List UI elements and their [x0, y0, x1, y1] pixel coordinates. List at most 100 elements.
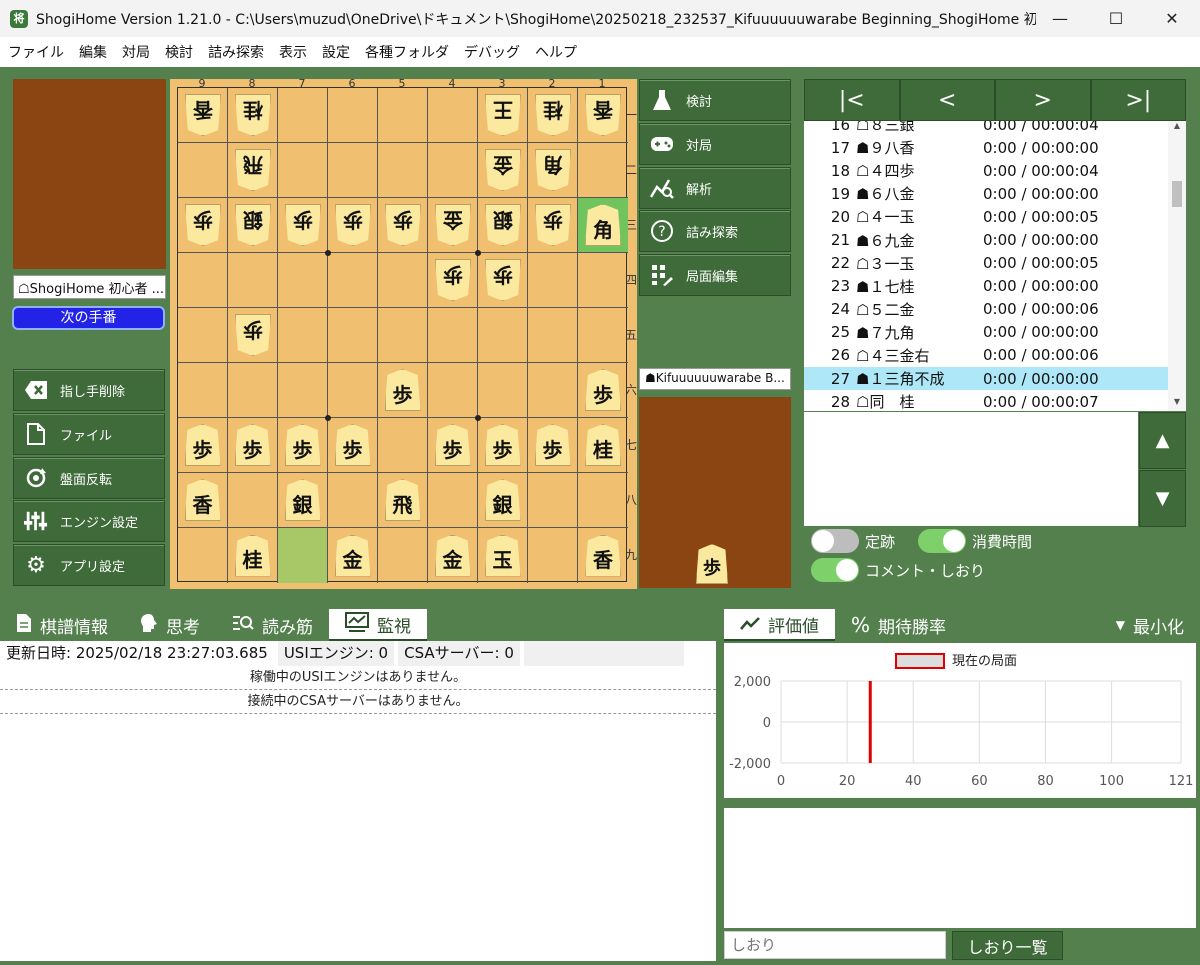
- board-square[interactable]: 香: [178, 88, 228, 143]
- board-square[interactable]: 歩: [328, 418, 378, 473]
- menu-view[interactable]: 表示: [279, 42, 307, 62]
- gote-piece[interactable]: 香: [185, 94, 221, 136]
- sente-piece[interactable]: 角: [585, 204, 621, 246]
- menu-mate-search[interactable]: 詰み探索: [208, 42, 264, 62]
- sente-piece[interactable]: 香: [184, 479, 221, 521]
- nav-prev-button[interactable]: <: [899, 79, 995, 121]
- elapsed-time-toggle[interactable]: 消費時間: [918, 529, 1032, 553]
- board-square[interactable]: 歩: [278, 198, 328, 253]
- board-square[interactable]: [228, 363, 278, 418]
- board-square[interactable]: [178, 363, 228, 418]
- board-square[interactable]: 桂: [528, 88, 578, 143]
- board-square[interactable]: 香: [578, 528, 628, 583]
- sente-piece[interactable]: 歩: [184, 424, 221, 466]
- tab-evaluation[interactable]: 評価値: [724, 609, 835, 641]
- toggle-switch[interactable]: [918, 529, 966, 553]
- move-row[interactable]: 22 ☖３一玉 0:00 / 00:00:05: [804, 252, 1186, 275]
- branch-up-button[interactable]: ▲: [1139, 412, 1186, 469]
- sente-piece[interactable]: 歩: [384, 369, 421, 411]
- sente-piece[interactable]: 銀: [484, 479, 521, 521]
- gote-piece[interactable]: 桂: [535, 94, 571, 136]
- tab-pv[interactable]: 読み筋: [216, 609, 329, 641]
- board-square[interactable]: 歩: [528, 198, 578, 253]
- gote-piece[interactable]: 王: [485, 94, 521, 136]
- bookmark-comment-box[interactable]: [724, 808, 1196, 928]
- mate-search-button[interactable]: ? 詰み探索: [639, 210, 791, 252]
- board-square[interactable]: 銀: [228, 198, 278, 253]
- gote-piece[interactable]: 歩: [435, 259, 471, 301]
- board-square[interactable]: 桂: [578, 418, 628, 473]
- board-square[interactable]: 歩: [328, 198, 378, 253]
- board-square[interactable]: 歩: [478, 253, 528, 308]
- board-square[interactable]: [378, 308, 428, 363]
- tab-monitor[interactable]: 監視: [329, 609, 427, 641]
- board-square[interactable]: [528, 473, 578, 528]
- comment-bookmark-toggle[interactable]: コメント・しおり: [811, 558, 985, 582]
- board-square[interactable]: [578, 308, 628, 363]
- scroll-down-icon[interactable]: ▼: [1168, 397, 1186, 411]
- board-square[interactable]: 飛: [228, 143, 278, 198]
- board-square[interactable]: [178, 253, 228, 308]
- gote-piece[interactable]: 歩: [285, 204, 321, 246]
- board-square[interactable]: 銀: [278, 473, 328, 528]
- move-comment-box[interactable]: [804, 412, 1138, 526]
- app-settings-button[interactable]: ⚙ アプリ設定: [13, 544, 165, 586]
- board-square[interactable]: 角: [528, 143, 578, 198]
- sente-piece[interactable]: 歩: [534, 424, 571, 466]
- menu-debug[interactable]: デバッグ: [464, 42, 520, 62]
- menu-folders[interactable]: 各種フォルダ: [365, 42, 449, 62]
- move-row[interactable]: 28 ☖同 桂 0:00 / 00:00:07: [804, 390, 1186, 411]
- tab-thinking[interactable]: 思考: [124, 609, 216, 641]
- board-square[interactable]: [578, 143, 628, 198]
- move-row[interactable]: 27 ☗１三角不成 0:00 / 00:00:00: [804, 367, 1186, 391]
- board-square[interactable]: [328, 253, 378, 308]
- menu-settings[interactable]: 設定: [322, 42, 350, 62]
- board-square[interactable]: 歩: [178, 198, 228, 253]
- board-square[interactable]: [378, 253, 428, 308]
- gote-piece[interactable]: 桂: [235, 94, 271, 136]
- engine-settings-button[interactable]: エンジン設定: [13, 500, 165, 542]
- scroll-thumb[interactable]: [1172, 181, 1182, 207]
- gote-piece[interactable]: 歩: [335, 204, 371, 246]
- move-row[interactable]: 19 ☗６八金 0:00 / 00:00:00: [804, 182, 1186, 205]
- sente-piece[interactable]: 歩: [334, 424, 371, 466]
- board-square[interactable]: 歩: [528, 418, 578, 473]
- board-square[interactable]: [278, 253, 328, 308]
- board-square[interactable]: [528, 363, 578, 418]
- board-square[interactable]: [228, 473, 278, 528]
- board-square[interactable]: [378, 88, 428, 143]
- board-square[interactable]: [528, 253, 578, 308]
- gote-piece[interactable]: 金: [485, 149, 521, 191]
- board-square[interactable]: 歩: [578, 363, 628, 418]
- gote-piece[interactable]: 銀: [235, 204, 271, 246]
- sente-piece[interactable]: 歩: [234, 424, 271, 466]
- sente-piece[interactable]: 歩: [434, 424, 471, 466]
- board-square[interactable]: 歩: [228, 308, 278, 363]
- gote-piece[interactable]: 香: [585, 94, 621, 136]
- gote-piece[interactable]: 飛: [235, 149, 271, 191]
- gote-piece[interactable]: 銀: [485, 204, 521, 246]
- board-square[interactable]: 香: [178, 473, 228, 528]
- board-square[interactable]: [478, 308, 528, 363]
- board-square[interactable]: 香: [578, 88, 628, 143]
- menu-game[interactable]: 対局: [122, 42, 150, 62]
- board-square[interactable]: [428, 308, 478, 363]
- board-square[interactable]: [578, 473, 628, 528]
- toggle-switch[interactable]: [811, 529, 859, 553]
- branch-down-button[interactable]: ▼: [1139, 470, 1186, 527]
- sente-piece[interactable]: 歩: [484, 424, 521, 466]
- board-square[interactable]: [278, 308, 328, 363]
- board-square[interactable]: 歩: [478, 418, 528, 473]
- board-square[interactable]: [378, 418, 428, 473]
- board-square[interactable]: [178, 528, 228, 583]
- joseki-toggle[interactable]: 定跡: [811, 529, 895, 553]
- tab-record-info[interactable]: 棋譜情報: [0, 609, 124, 641]
- move-row[interactable]: 23 ☗１七桂 0:00 / 00:00:00: [804, 275, 1186, 298]
- board-square[interactable]: 角: [578, 198, 628, 253]
- board-square[interactable]: 金: [478, 143, 528, 198]
- move-row[interactable]: 16 ☖８三銀 0:00 / 00:00:04: [804, 121, 1186, 136]
- board-square[interactable]: 歩: [278, 418, 328, 473]
- board-square[interactable]: 歩: [428, 418, 478, 473]
- board-square[interactable]: 銀: [478, 198, 528, 253]
- board-square[interactable]: [428, 363, 478, 418]
